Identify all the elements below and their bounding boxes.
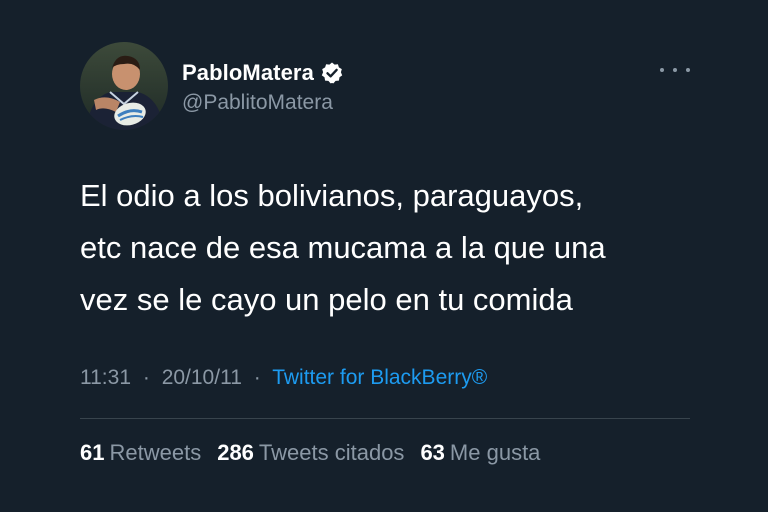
more-options-icon[interactable] [660, 60, 690, 80]
user-handle[interactable]: @PablitoMatera [182, 91, 333, 115]
more-dot [686, 68, 690, 72]
more-dot [673, 68, 677, 72]
likes-label: Me gusta [449, 440, 541, 465]
tweet-card: PabloMatera @PablitoMatera El odio a los… [0, 0, 768, 512]
quote-tweets-count: 286 [217, 440, 254, 465]
quote-tweets-stat[interactable]: 286 Tweets citados [217, 440, 404, 466]
retweets-label: Retweets [109, 440, 202, 465]
tweet-text-line: El odio a los bolivianos, paraguayos, [80, 178, 584, 213]
tweet-date[interactable]: 20/10/11 [162, 366, 242, 389]
tweet-stats: 61 Retweets 286 Tweets citados 63 Me gusta [80, 440, 540, 466]
tweet-source-link[interactable]: Twitter for BlackBerry® [272, 366, 487, 389]
tweet-text-line: vez se le cayo un pelo en tu comida [80, 282, 573, 317]
retweets-stat[interactable]: 61 Retweets [80, 440, 201, 466]
display-name-row[interactable]: PabloMatera [182, 58, 344, 88]
retweets-count: 61 [80, 440, 105, 465]
meta-separator: · [253, 366, 261, 389]
tweet-meta: 11:31 · 20/10/11 · Twitter for BlackBerr… [80, 366, 487, 390]
more-dot [660, 68, 664, 72]
quote-tweets-label: Tweets citados [258, 440, 405, 465]
tweet-text: El odio a los bolivianos, paraguayos, et… [80, 170, 700, 326]
tweet-time[interactable]: 11:31 [80, 366, 131, 389]
avatar[interactable] [80, 42, 168, 130]
display-name[interactable]: PabloMatera [182, 60, 314, 86]
avatar-image [80, 42, 168, 130]
meta-separator: · [142, 366, 150, 389]
likes-stat[interactable]: 63 Me gusta [420, 440, 540, 466]
tweet-text-line: etc nace de esa mucama a la que una [80, 230, 606, 265]
verified-badge-icon [320, 61, 344, 85]
divider [80, 418, 690, 419]
likes-count: 63 [420, 440, 445, 465]
